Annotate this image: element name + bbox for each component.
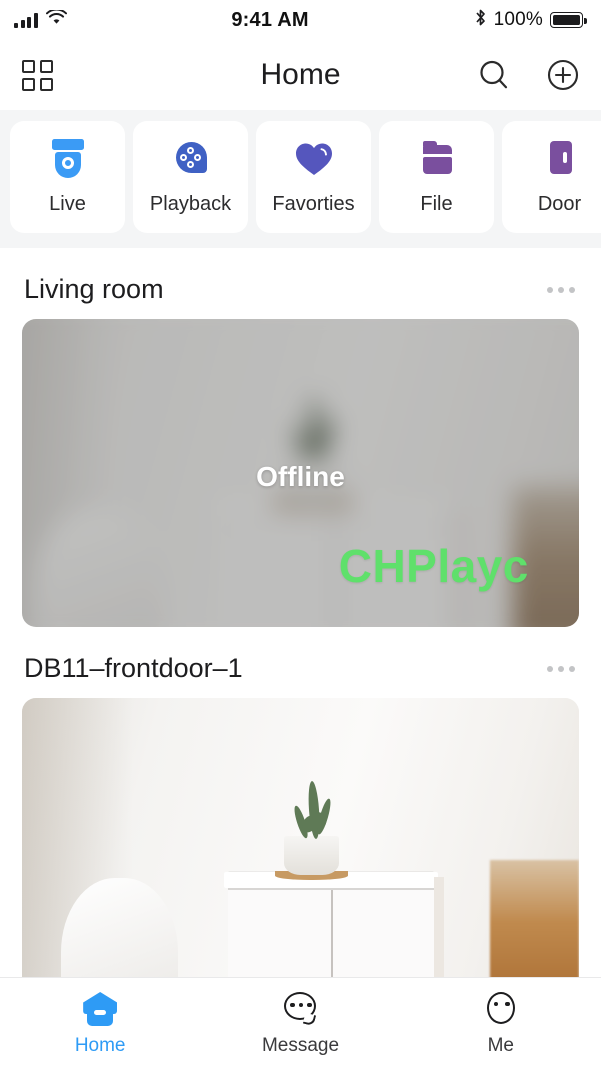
more-options-icon[interactable] [545,660,577,678]
quick-action-live[interactable]: Live [10,121,125,233]
playback-bubble-icon [168,139,214,179]
quick-action-label: Playback [149,192,232,215]
quick-action-door[interactable]: Door [502,121,601,233]
quick-action-label: File [420,192,453,215]
battery-percent-label: 100% [493,9,543,30]
camera-section-header: Living room [0,248,601,319]
app-screen: 9:41 AM 100% Home Live Playback Favortie… [0,0,601,1069]
more-options-icon[interactable] [545,281,577,299]
tab-message[interactable]: Message [200,990,400,1057]
quick-action-favorites[interactable]: Favorties [256,121,371,233]
tab-home[interactable]: Home [0,990,200,1057]
camera-card-living-room[interactable]: Offline CHPlayc [22,319,579,627]
watermark-label: CHPlayc [338,540,529,593]
quick-action-label: Door [537,192,582,215]
status-bar-time: 9:41 AM [231,8,309,31]
camera-section-header: DB11–frontdoor–1 [0,627,601,698]
door-icon [537,139,583,179]
quick-action-label: Live [49,192,86,215]
tab-me[interactable]: Me [401,990,601,1057]
status-bar: 9:41 AM 100% [0,0,601,40]
message-icon [280,990,320,1028]
home-icon [80,990,120,1028]
bottom-tab-bar: Home Message Me [0,977,601,1069]
profile-icon [481,990,521,1028]
dome-camera-icon [45,138,91,179]
quick-action-label: Favorties [272,192,355,215]
grid-menu-icon[interactable] [22,59,53,91]
cellular-signal-icon [14,12,38,28]
status-bar-left [14,8,67,30]
tab-label: Me [487,1035,515,1056]
status-bar-right: 100% [474,8,587,32]
bluetooth-icon [474,8,487,32]
tab-label: Home [74,1035,126,1056]
status-badge: Offline [256,460,345,492]
folder-icon [414,139,460,179]
nav-left-group [22,59,92,91]
search-icon[interactable] [477,58,511,92]
wifi-icon [45,8,67,30]
nav-bar: Home [0,40,601,110]
camera-feed-list: Living room Offline CHPlayc DB11–frontdo… [0,248,601,977]
quick-action-bar: Live Playback Favorties File Door [0,110,601,248]
camera-preview-image [22,698,579,977]
battery-full-icon [550,12,587,28]
heart-icon [291,139,337,179]
quick-action-file[interactable]: File [379,121,494,233]
add-circle-icon[interactable] [547,59,579,91]
camera-title: Living room [24,274,164,304]
nav-right-group [477,58,579,92]
camera-title: DB11–frontdoor–1 [24,653,243,683]
quick-action-playback[interactable]: Playback [133,121,248,233]
tab-label: Message [261,1035,340,1056]
camera-card-db11-frontdoor-1[interactable] [22,698,579,977]
